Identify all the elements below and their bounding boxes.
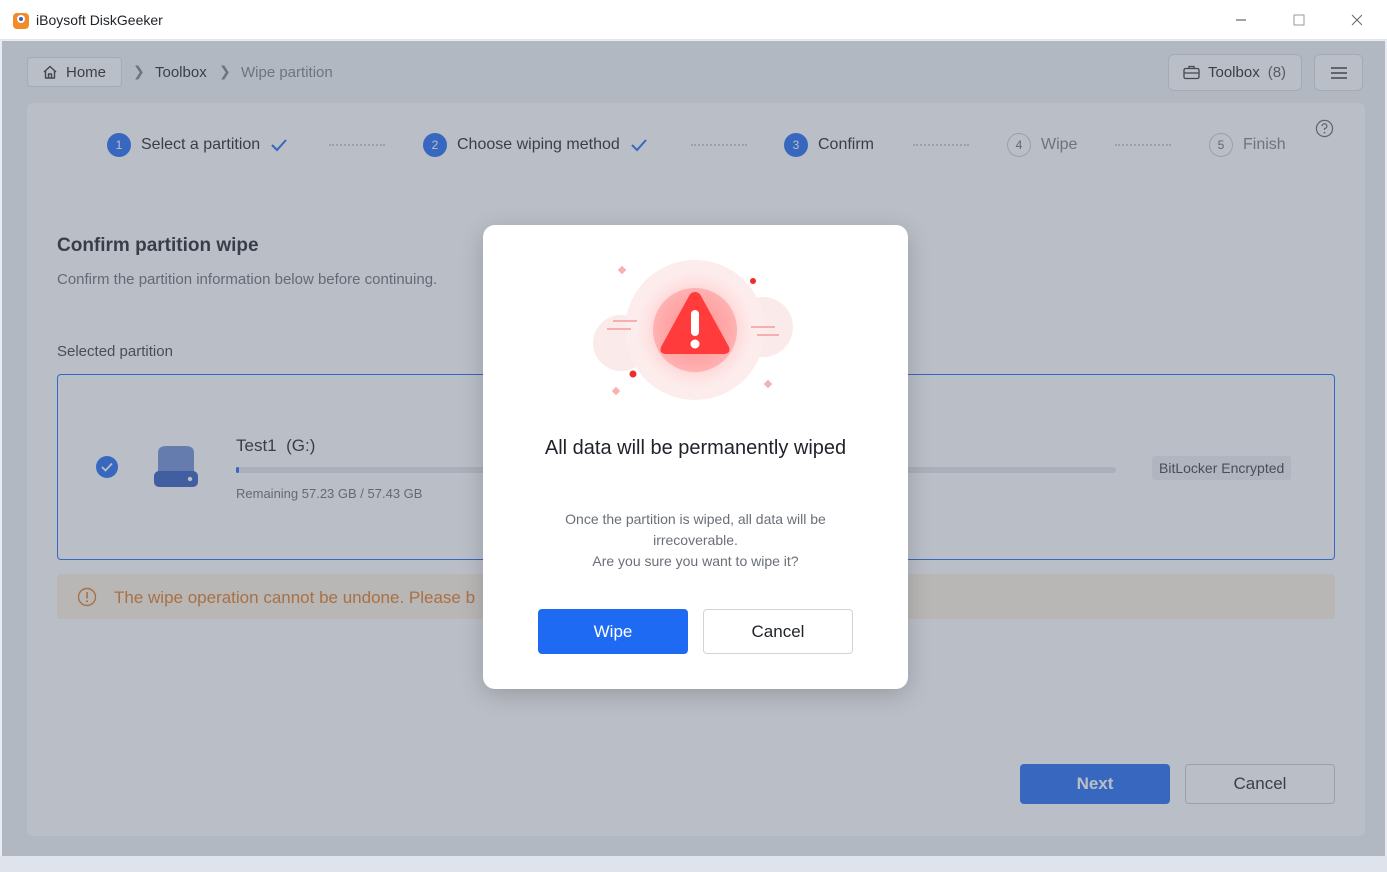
confirm-wipe-dialog: All data will be permanently wiped Once … bbox=[483, 225, 908, 689]
maximize-icon bbox=[1293, 14, 1305, 26]
wipe-button[interactable]: Wipe bbox=[538, 609, 688, 654]
close-icon bbox=[1351, 14, 1363, 26]
dialog-title: All data will be permanently wiped bbox=[544, 437, 847, 459]
maximize-button[interactable] bbox=[1276, 0, 1322, 40]
minimize-button[interactable] bbox=[1218, 0, 1264, 40]
dialog-body-line-1: Once the partition is wiped, all data wi… bbox=[565, 511, 826, 548]
minimize-icon bbox=[1236, 19, 1246, 21]
warning-triangle-icon bbox=[593, 260, 793, 400]
dialog-body: Once the partition is wiped, all data wi… bbox=[543, 509, 848, 572]
title-bar: iBoysoft DiskGeeker bbox=[0, 0, 1387, 40]
app-title: iBoysoft DiskGeeker bbox=[36, 12, 163, 28]
app-logo-icon bbox=[13, 13, 29, 29]
dialog-body-line-2: Are you sure you want to wipe it? bbox=[592, 553, 799, 569]
close-button[interactable] bbox=[1334, 0, 1380, 40]
bottom-strip bbox=[0, 856, 1387, 872]
dialog-cancel-button[interactable]: Cancel bbox=[703, 609, 853, 654]
